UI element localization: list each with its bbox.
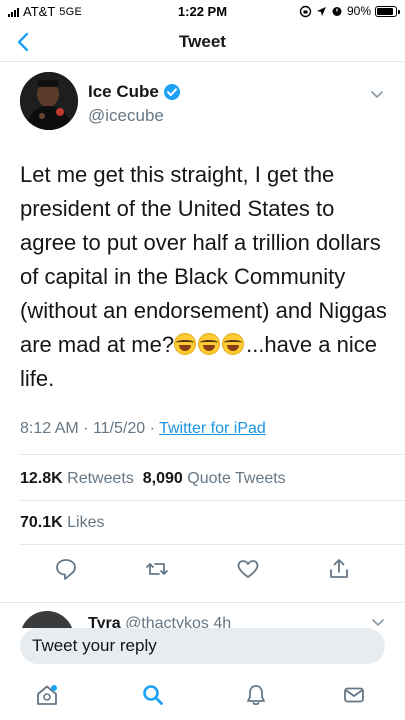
- author-name: Ice Cube: [88, 82, 159, 101]
- likes-label: Likes: [67, 514, 105, 531]
- tears-of-joy-emoji-icon: [198, 333, 221, 355]
- messages-icon[interactable]: [341, 682, 367, 708]
- chevron-down-icon[interactable]: [369, 86, 385, 102]
- quote-tweets-count: 8,090: [142, 470, 183, 487]
- page-title: Tweet: [179, 32, 226, 51]
- share-icon[interactable]: [326, 556, 352, 582]
- avatar-image: [20, 72, 78, 130]
- reply-author-line: Tyra @thactykos 4h: [88, 615, 231, 628]
- meta-separator: ·: [149, 420, 155, 437]
- tweet-meta: 8:12 AM · 11/5/20 · Twitter for iPad: [20, 420, 266, 438]
- divider: [20, 454, 405, 455]
- reply-preview[interactable]: Tyra @thactykos 4h: [0, 602, 405, 628]
- divider: [20, 544, 405, 545]
- divider: [20, 500, 405, 501]
- reply-author-name: Tyra: [88, 615, 121, 628]
- retweet-counts-row[interactable]: 12.8K Retweets 8,090 Quote Tweets: [20, 470, 286, 488]
- nav-bar: Tweet: [0, 24, 405, 62]
- battery-percent: 90%: [346, 4, 371, 18]
- search-icon[interactable]: [140, 682, 166, 708]
- notifications-icon[interactable]: [243, 682, 269, 708]
- battery-icon: [375, 5, 400, 17]
- reply-age: 4h: [213, 615, 232, 628]
- author-handle[interactable]: @icecube: [88, 106, 164, 126]
- location-icon: [316, 6, 326, 16]
- like-icon[interactable]: [235, 556, 261, 582]
- likes-count: 70.1K: [20, 514, 63, 531]
- tweet-author: Ice Cube @icecube: [20, 72, 389, 136]
- tweet-actions: [0, 556, 405, 588]
- chevron-down-icon[interactable]: [371, 615, 385, 628]
- quote-tweets-label: Quote Tweets: [187, 470, 286, 487]
- retweets-count: 12.8K: [20, 470, 63, 487]
- retweets-label: Retweets: [67, 470, 134, 487]
- reply-input-placeholder: Tweet your reply: [32, 636, 157, 655]
- status-bar: AT&T 5GE 1:22 PM 90%: [0, 0, 405, 24]
- tweet-time: 8:12 AM: [20, 420, 79, 437]
- tears-of-joy-emoji-icon: [174, 333, 197, 355]
- tweet-text: Let me get this straight, I get the pres…: [20, 158, 390, 396]
- reply-icon[interactable]: [53, 556, 79, 582]
- avatar[interactable]: [20, 72, 78, 130]
- likes-row[interactable]: 70.1K Likes: [20, 514, 105, 532]
- tears-of-joy-emoji-icon: [222, 333, 245, 355]
- tweet-source-link[interactable]: Twitter for iPad: [159, 420, 266, 437]
- verified-badge-icon: [163, 84, 180, 100]
- tab-bar: [0, 676, 405, 720]
- tweet-text-main: Let me get this straight, I get the pres…: [20, 162, 387, 357]
- status-right: 90%: [299, 4, 400, 18]
- avatar[interactable]: [20, 611, 74, 628]
- screen-lock-icon: [299, 5, 312, 17]
- alarm-icon: [332, 7, 342, 16]
- home-icon[interactable]: [34, 682, 60, 708]
- retweet-icon[interactable]: [144, 556, 170, 582]
- tweet-date: 11/5/20: [92, 420, 146, 437]
- reply-input[interactable]: Tweet your reply: [20, 628, 385, 664]
- reply-author-handle: @thactykos: [125, 615, 209, 628]
- meta-separator: ·: [83, 420, 89, 437]
- author-name-row[interactable]: Ice Cube: [88, 82, 181, 102]
